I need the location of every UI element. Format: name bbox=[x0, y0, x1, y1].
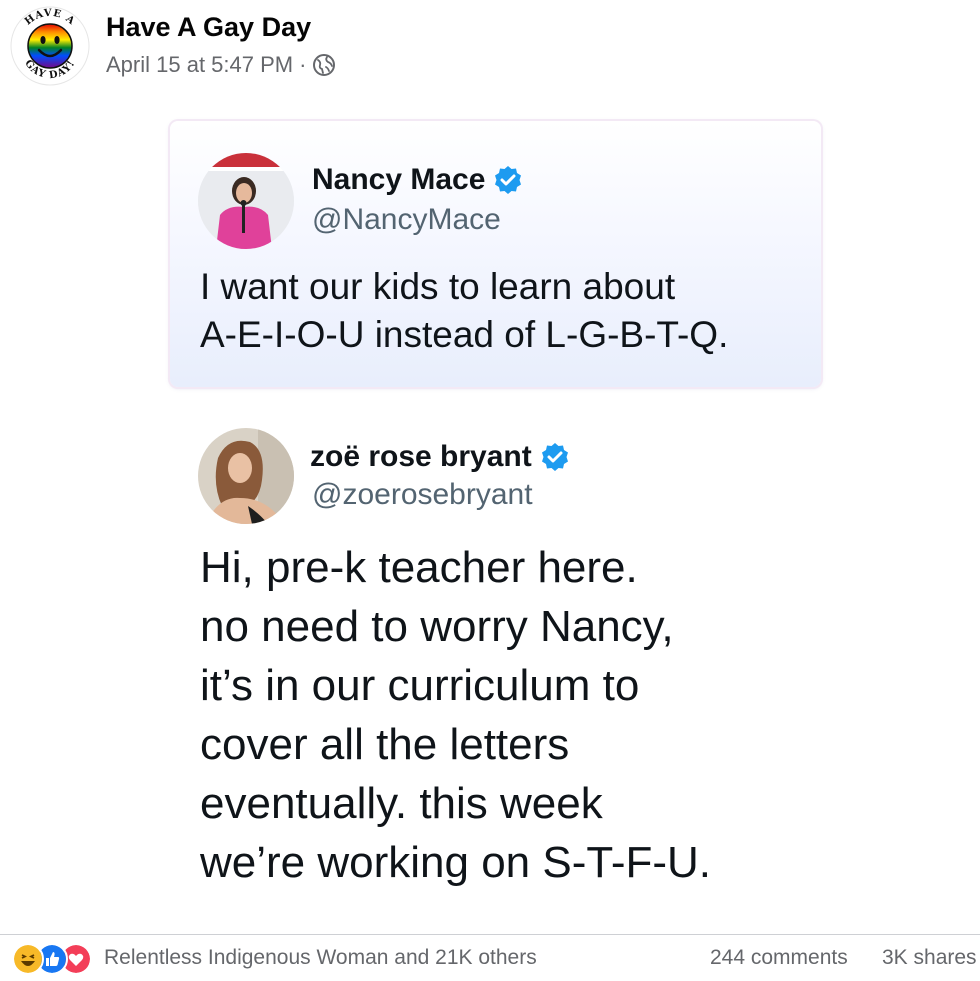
tweet1-author-handle[interactable]: @NancyMace bbox=[312, 203, 501, 237]
tweet2-line: no need to worry Nancy, bbox=[200, 602, 674, 651]
verified-badge-icon bbox=[541, 443, 568, 471]
tweet-card-nancy-mace: Nancy Mace @NancyMace I want our kids to… bbox=[170, 121, 821, 387]
tweet2-line: it’s in our curriculum to bbox=[200, 661, 640, 710]
zoe-rose-bryant-avatar bbox=[198, 428, 294, 524]
tweet1-author-name[interactable]: Nancy Mace bbox=[312, 163, 485, 197]
globe-icon[interactable] bbox=[312, 53, 336, 77]
tweet2-text: Hi, pre-k teacher here. no need to worry… bbox=[200, 538, 960, 892]
tweet2-author-handle[interactable]: @zoerosebryant bbox=[312, 478, 533, 512]
post-timestamp[interactable]: April 15 at 5:47 PM bbox=[106, 52, 293, 78]
meta-separator: · bbox=[299, 52, 307, 77]
tweet1-line: A-E-I-O-U instead of L-G-B-T-Q. bbox=[200, 314, 729, 355]
tweet2-line: Hi, pre-k teacher here. bbox=[200, 543, 638, 592]
reaction-summary-link[interactable]: Relentless Indigenous Woman and 21K othe… bbox=[104, 946, 537, 970]
tweet2-line: we’re working on S-T-F-U. bbox=[200, 838, 712, 887]
post-meta: April 15 at 5:47 PM · bbox=[106, 52, 336, 78]
tweet1-line: I want our kids to learn about bbox=[200, 266, 676, 307]
nancy-mace-avatar bbox=[198, 153, 294, 249]
tweet2-line: eventually. this week bbox=[200, 779, 603, 828]
page-logo-avatar[interactable]: HAVE A GAY DAY! bbox=[10, 6, 90, 86]
reaction-icons[interactable] bbox=[12, 943, 92, 975]
page-name-link[interactable]: Have A Gay Day bbox=[106, 12, 311, 43]
post-engagement-bar: Relentless Indigenous Woman and 21K othe… bbox=[0, 934, 980, 981]
verified-badge-icon bbox=[495, 166, 522, 194]
shares-count-link[interactable]: 3K shares bbox=[882, 946, 977, 970]
comments-count-link[interactable]: 244 comments bbox=[710, 946, 848, 970]
tweet2-author-name[interactable]: zoë rose bryant bbox=[310, 440, 532, 474]
tweet2-line: cover all the letters bbox=[200, 720, 570, 769]
post-header: HAVE A GAY DAY! Have A Gay Day April 15 … bbox=[10, 4, 970, 86]
tweet1-text: I want our kids to learn about A-E-I-O-U… bbox=[200, 263, 800, 359]
haha-icon[interactable] bbox=[12, 943, 44, 975]
